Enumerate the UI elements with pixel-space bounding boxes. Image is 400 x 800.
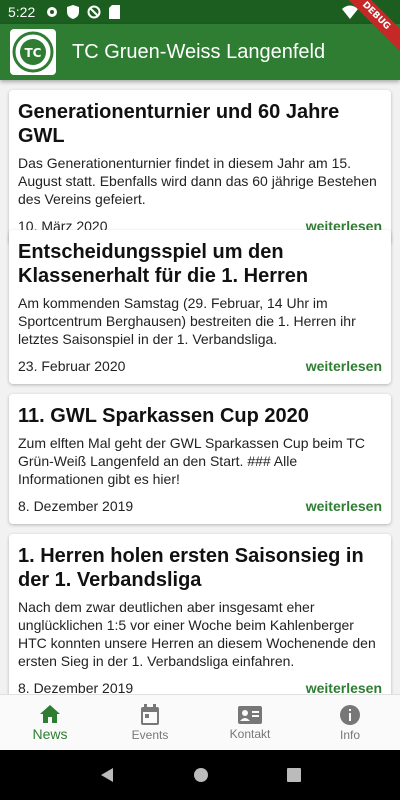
status-icons bbox=[45, 5, 121, 19]
news-date: 8. Dezember 2019 bbox=[18, 680, 134, 694]
news-card[interactable]: 11. GWL Sparkassen Cup 2020 Zum elften M… bbox=[9, 394, 391, 524]
status-time: 5:22 bbox=[8, 4, 36, 20]
home-icon bbox=[40, 704, 60, 723]
recents-icon[interactable] bbox=[287, 768, 301, 782]
read-more-link[interactable]: weiterlesen bbox=[306, 680, 382, 694]
read-more-link[interactable]: weiterlesen bbox=[306, 498, 382, 514]
news-title: 1. Herren holen ersten Saisonsieg in der… bbox=[18, 545, 364, 591]
app-title: TC Gruen-Weiss Langenfeld bbox=[72, 40, 326, 63]
info-icon bbox=[340, 704, 360, 725]
bottom-nav: News Events Kontakt Info bbox=[0, 694, 400, 750]
shield-icon bbox=[67, 5, 80, 19]
svg-text:TC: TC bbox=[25, 46, 42, 60]
nav-label: News bbox=[32, 725, 68, 742]
app-bar: TC TC Gruen-Weiss Langenfeld bbox=[0, 24, 400, 80]
home-circle-icon[interactable] bbox=[193, 767, 209, 783]
nav-item-news[interactable]: News bbox=[0, 695, 100, 750]
system-nav-bar bbox=[0, 750, 400, 800]
sd-card-icon bbox=[109, 5, 121, 19]
blocked-circle-icon bbox=[87, 5, 101, 19]
read-more-link[interactable]: weiterlesen bbox=[306, 358, 382, 374]
nav-item-events[interactable]: Events bbox=[100, 695, 200, 750]
news-card[interactable]: 1. Herren holen ersten Saisonsieg in der… bbox=[9, 534, 391, 694]
news-text: Das Generationenturnier findet in diesem… bbox=[18, 155, 377, 207]
nav-item-kontakt[interactable]: Kontakt bbox=[200, 695, 300, 750]
contact-card-icon bbox=[238, 705, 262, 724]
nav-label: Info bbox=[339, 727, 360, 742]
news-text: Nach dem zwar deutlichen aber insgesamt … bbox=[18, 599, 376, 669]
news-title: 11. GWL Sparkassen Cup 2020 bbox=[18, 405, 309, 427]
settings-gear-icon bbox=[47, 7, 58, 17]
news-card[interactable]: Generationenturnier und 60 Jahre GWL Das… bbox=[9, 90, 391, 244]
news-card[interactable]: Entscheidungsspiel um den Klassenerhalt … bbox=[9, 230, 391, 384]
news-title: Entscheidungsspiel um den Klassenerhalt … bbox=[18, 241, 309, 287]
back-icon[interactable] bbox=[99, 767, 115, 783]
news-text: Am kommenden Samstag (29. Februar, 14 Uh… bbox=[18, 295, 356, 347]
news-title: Generationenturnier und 60 Jahre GWL bbox=[18, 101, 340, 147]
news-text: Zum elften Mal geht der GWL Sparkassen C… bbox=[18, 435, 366, 487]
status-bar: 5:22 bbox=[0, 0, 400, 24]
news-date: 23. Februar 2020 bbox=[18, 358, 126, 374]
calendar-icon bbox=[141, 703, 159, 725]
nav-label: Events bbox=[131, 727, 169, 742]
news-list[interactable]: Generationenturnier und 60 Jahre GWL Das… bbox=[0, 80, 400, 694]
club-logo: TC bbox=[10, 29, 56, 75]
nav-label: Kontakt bbox=[229, 726, 271, 741]
nav-item-info[interactable]: Info bbox=[300, 695, 400, 750]
news-date: 8. Dezember 2019 bbox=[18, 498, 134, 514]
